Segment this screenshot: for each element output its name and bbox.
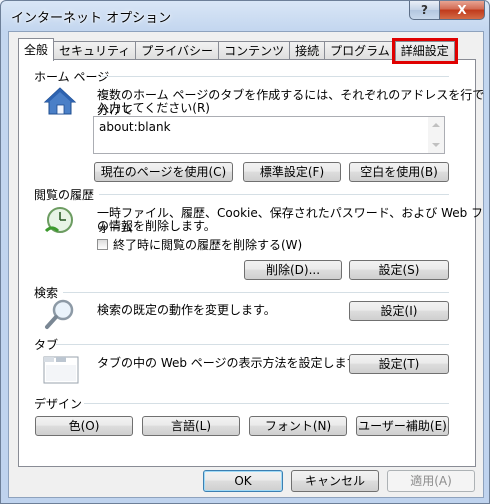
tab-general[interactable]: 全般 [18,38,55,61]
fonts-button[interactable]: フォント(N) [249,416,347,436]
home-page-divider [101,76,449,77]
delete-history-on-exit-checkbox[interactable] [97,239,108,250]
tab-content[interactable]: コンテンツ [218,41,291,61]
languages-button[interactable]: 言語(L) [142,416,240,436]
tabs-divider [56,344,449,345]
design-section-title: デザイン [34,397,83,411]
history-settings-button[interactable]: 設定(S) [349,260,449,280]
tabs-settings-button[interactable]: 設定(T) [349,354,449,374]
home-page-address-input[interactable]: about:blank [93,116,445,154]
tab-privacy[interactable]: プライバシー [135,41,220,61]
home-page-section-title: ホーム ページ [34,70,110,84]
apply-button[interactable]: 適用(A) [387,470,475,492]
delete-history-on-exit-label[interactable]: 終了時に閲覧の履歴を削除する(W) [113,238,302,253]
magnifier-icon [45,299,74,329]
delete-history-button[interactable]: 削除(D)... [244,260,342,280]
colors-button[interactable]: 色(O) [35,416,133,436]
tabs-desc: タブの中の Web ページの表示方法を設定します。 [97,356,370,370]
tab-security[interactable]: セキュリティ [53,41,137,61]
house-icon [43,87,77,115]
close-button[interactable]: X [439,1,485,20]
history-desc-line2: の情報を削除します。 [97,219,216,233]
search-divider [63,292,449,293]
ok-button[interactable]: OK [203,470,283,492]
cancel-button[interactable]: キャンセル [291,470,379,492]
use-current-button[interactable]: 現在のページを使用(C) [94,162,233,182]
window-title: インターネット オプション [11,11,172,26]
history-section-title: 閲覧の履歴 [34,188,95,202]
search-settings-button[interactable]: 設定(I) [349,301,449,321]
use-blank-button[interactable]: 空白を使用(B) [349,162,449,182]
scroll-up-icon[interactable] [432,123,440,127]
home-page-desc-line2: 入力してください(R) [97,101,210,115]
scroll-down-icon[interactable] [432,143,440,147]
tab-strip: 全般 セキュリティ プライバシー コンテンツ 接続 プログラム 詳細設定 [18,38,458,64]
tabs-section-title: タブ [34,338,59,352]
tabbed-browsing-icon [43,356,79,384]
use-default-button[interactable]: 標準設定(F) [243,162,341,182]
history-divider [99,194,449,195]
tab-programs[interactable]: プログラム [324,41,396,61]
help-button[interactable]: ? [409,1,440,20]
history-clock-icon [44,207,73,233]
title-bar[interactable]: インターネット オプション ? X [1,1,489,31]
design-divider [84,403,449,404]
tab-advanced[interactable]: 詳細設定 [391,38,458,64]
address-scrollbar[interactable] [428,117,444,153]
home-page-address-value: about:blank [99,120,171,134]
internet-options-window: インターネット オプション ? X 全般 セキュリティ プライバシー コンテンツ… [0,0,490,504]
tab-connections[interactable]: 接続 [289,41,326,61]
search-desc: 検索の既定の動作を変更します。 [97,303,276,317]
close-icon: X [457,3,467,17]
accessibility-button[interactable]: ユーザー補助(E) [356,416,449,436]
help-icon: ? [421,3,428,17]
